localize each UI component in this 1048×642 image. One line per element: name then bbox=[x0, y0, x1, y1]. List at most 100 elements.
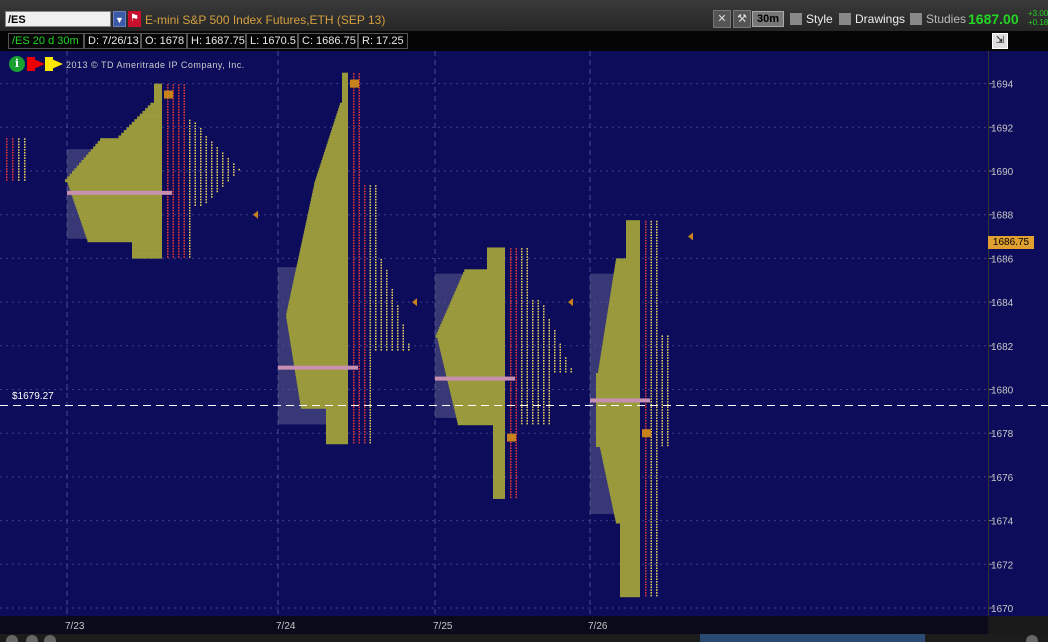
tpo-mark bbox=[656, 308, 658, 310]
profile-bar bbox=[342, 72, 348, 76]
tpo-mark bbox=[650, 267, 652, 269]
tpo-mark bbox=[650, 542, 652, 545]
tpo-mark bbox=[650, 450, 652, 452]
style-menu-button[interactable]: Style bbox=[790, 11, 833, 27]
tpo-mark bbox=[172, 133, 174, 135]
tpo-mark bbox=[521, 357, 523, 359]
tpo-mark bbox=[353, 116, 355, 119]
tpo-mark bbox=[656, 313, 658, 316]
tpo-mark bbox=[656, 501, 658, 504]
poc-line bbox=[590, 398, 650, 403]
tpo-mark bbox=[189, 163, 191, 165]
zoom-reset-icon[interactable] bbox=[44, 635, 56, 642]
tpo-mark bbox=[358, 130, 360, 133]
tpo-mark bbox=[661, 406, 663, 409]
tpo-mark bbox=[167, 166, 169, 168]
tpo-mark bbox=[189, 179, 191, 182]
profile-bar bbox=[132, 252, 162, 256]
tpo-mark bbox=[548, 340, 550, 343]
timeframe-button[interactable]: 30m bbox=[752, 11, 784, 27]
tpo-mark bbox=[515, 351, 517, 354]
tpo-mark bbox=[12, 146, 14, 149]
profile-bar bbox=[316, 173, 348, 177]
scrollbar-thumb[interactable] bbox=[700, 634, 925, 642]
info-icon[interactable]: i bbox=[9, 56, 25, 72]
expand-icon[interactable]: ⇲ bbox=[992, 33, 1008, 49]
tpo-mark bbox=[167, 245, 169, 247]
wrench-icon[interactable]: ⚒ bbox=[733, 10, 751, 28]
tpo-mark bbox=[189, 168, 191, 171]
tpo-mark bbox=[543, 400, 545, 403]
tpo-mark bbox=[369, 318, 371, 321]
profile-bar bbox=[132, 250, 162, 254]
tpo-mark bbox=[183, 149, 185, 152]
tpo-mark bbox=[369, 428, 371, 430]
tpo-mark bbox=[537, 324, 539, 327]
studies-menu-button[interactable]: Studies bbox=[910, 11, 966, 27]
symbol-dropdown-button[interactable]: ▼ bbox=[113, 11, 126, 27]
profile-bar bbox=[441, 321, 505, 325]
profile-bar bbox=[454, 291, 505, 295]
tpo-mark bbox=[178, 160, 180, 163]
profile-bar bbox=[315, 179, 348, 183]
tpo-mark bbox=[667, 441, 669, 444]
tpo-mark bbox=[380, 258, 382, 261]
tpo-mark bbox=[178, 239, 180, 242]
tpo-mark bbox=[233, 171, 235, 174]
tpo-mark bbox=[543, 319, 545, 321]
profile-bar bbox=[442, 318, 505, 322]
profile-bar bbox=[447, 381, 505, 385]
symbol-flag-icon[interactable]: ⚑ bbox=[128, 11, 141, 27]
tpo-mark bbox=[227, 166, 229, 168]
tpo-mark bbox=[358, 381, 360, 384]
tpo-mark bbox=[548, 370, 550, 373]
tpo-mark bbox=[364, 196, 366, 198]
market-profile-chart[interactable] bbox=[0, 51, 988, 616]
tpo-mark bbox=[645, 455, 647, 458]
tpo-mark bbox=[650, 586, 652, 589]
tpo-mark bbox=[205, 146, 207, 149]
settings-icon[interactable] bbox=[1026, 635, 1038, 642]
close-marker bbox=[642, 429, 651, 438]
tpo-mark bbox=[656, 278, 658, 280]
crosshair-icon[interactable]: ✕ bbox=[713, 10, 731, 28]
profile-bar bbox=[620, 561, 640, 565]
tpo-mark bbox=[386, 313, 388, 316]
symbol-input[interactable]: /ES bbox=[5, 11, 111, 27]
tpo-mark bbox=[172, 116, 174, 119]
tpo-mark bbox=[18, 162, 20, 165]
tpo-mark bbox=[645, 387, 647, 389]
tpo-mark bbox=[656, 338, 658, 340]
profile-bar bbox=[620, 591, 640, 595]
zoom-out-icon[interactable] bbox=[6, 635, 18, 642]
tpo-mark bbox=[375, 209, 377, 212]
price-axis[interactable]: 1694 1692 1690 1688 1686 1684 1682 1680 1678 1676… bbox=[988, 51, 1048, 616]
tpo-mark bbox=[369, 406, 371, 408]
tpo-mark bbox=[391, 308, 393, 310]
tpo-mark bbox=[515, 381, 517, 384]
tpo-mark bbox=[548, 392, 550, 395]
profile-bar bbox=[134, 119, 162, 123]
tpo-mark bbox=[656, 466, 658, 469]
tpo-mark bbox=[172, 179, 174, 182]
tpo-mark bbox=[650, 220, 652, 223]
tpo-mark bbox=[537, 406, 539, 409]
tpo-mark bbox=[537, 398, 539, 400]
zoom-in-icon[interactable] bbox=[26, 635, 38, 642]
tpo-mark bbox=[183, 146, 185, 149]
time-axis[interactable]: 7/23 7/24 7/25 7/26 bbox=[0, 616, 988, 634]
tpo-mark bbox=[521, 313, 523, 316]
profile-bar bbox=[613, 274, 640, 278]
tpo-mark bbox=[358, 226, 360, 228]
profile-bar bbox=[605, 323, 640, 327]
profile-bar bbox=[596, 375, 640, 379]
tpo-mark bbox=[353, 379, 355, 381]
tpo-mark bbox=[178, 125, 180, 127]
drawings-menu-button[interactable]: Drawings bbox=[839, 11, 905, 27]
tpo-mark bbox=[391, 329, 393, 332]
tpo-mark bbox=[178, 136, 180, 138]
tpo-mark bbox=[650, 234, 652, 237]
tpo-mark bbox=[183, 187, 185, 190]
tpo-mark bbox=[510, 471, 512, 474]
tpo-mark bbox=[515, 444, 517, 447]
